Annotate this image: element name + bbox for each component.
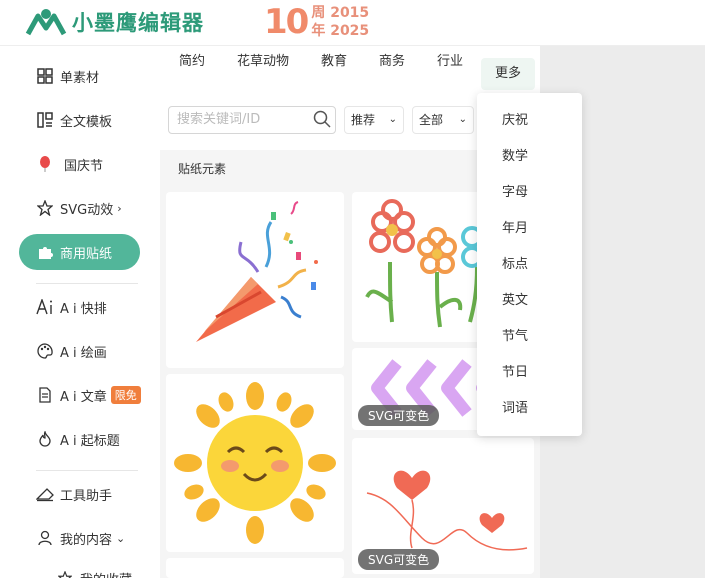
sidebar-item-ai-title[interactable]: A i 起标题 (36, 421, 120, 457)
menu-item-math[interactable]: 数学 (502, 147, 528, 167)
logo-icon (25, 9, 67, 36)
template-icon (36, 111, 54, 129)
sidebar-item-label: 工具助手 (60, 488, 113, 504)
sidebar-item-single-material[interactable]: 单素材 (36, 58, 99, 94)
scope-select[interactable]: 全部 ⌄ (412, 106, 474, 134)
sidebar-item-svg-effects[interactable]: SVG动效 › (36, 190, 122, 226)
ruler-icon (36, 485, 54, 503)
sidebar-item-my-favorites[interactable]: 我的收藏 (56, 560, 132, 578)
chevron-down-icon: ⌄ (388, 114, 397, 125)
svg-recolorable-tag: SVG可变色 (358, 405, 440, 426)
sidebar-item-label: A i 绘画 (60, 345, 107, 361)
sidebar-item-commercial-stickers[interactable]: 商用贴纸 (19, 234, 140, 270)
logo[interactable]: 小墨鹰编辑器 (24, 6, 204, 38)
balloon-icon (36, 155, 54, 173)
sidebar-item-label: SVG动效 (60, 202, 114, 218)
sidebar-item-label: A i 文章 (60, 389, 107, 405)
menu-item-letters[interactable]: 字母 (502, 183, 528, 203)
sidebar-item-label: 单素材 (60, 70, 100, 86)
sticker-card-hearts[interactable]: SVG可变色 (352, 438, 534, 574)
flame-icon (36, 430, 54, 448)
sidebar-item-ai-layout[interactable]: A i 快排 (36, 289, 107, 325)
sidebar-item-label: 我的内容 (60, 532, 113, 548)
sticker-card-partial[interactable] (166, 558, 344, 578)
scope-select-value: 全部 (419, 113, 444, 127)
search-icon[interactable] (313, 110, 331, 128)
sidebar-item-templates[interactable]: 全文模板 (36, 102, 112, 138)
chevron-right-icon: › (117, 201, 122, 215)
sort-select[interactable]: 推荐 ⌄ (344, 106, 404, 134)
top-header: 小墨鹰编辑器 10 周 2015 年 2025 (0, 0, 705, 46)
sidebar-item-ai-painting[interactable]: A i 绘画 (36, 333, 107, 369)
sidebar-item-tools[interactable]: 工具助手 (36, 476, 112, 512)
chevron-down-icon: ⌄ (116, 531, 126, 545)
sidebar-divider (36, 470, 138, 471)
chevron-down-icon: ⌄ (458, 114, 467, 125)
sidebar: 单素材 全文模板 国庆节 SVG动效 › 商用贴纸 A i 快排 A i 绘画 … (0, 46, 160, 578)
user-icon (36, 529, 54, 547)
tab-flowers-animals[interactable]: 花草动物 (230, 46, 296, 78)
ai-icon (36, 298, 54, 316)
sticker-card-party-popper[interactable] (166, 192, 344, 368)
doc-icon (36, 386, 54, 404)
tab-education[interactable]: 教育 (312, 46, 356, 78)
sidebar-item-label: A i 快排 (60, 301, 107, 317)
menu-item-english[interactable]: 英文 (502, 291, 528, 311)
sidebar-item-label: 国庆节 (64, 158, 104, 174)
tab-simple[interactable]: 简约 (170, 46, 214, 78)
palette-icon (36, 342, 54, 360)
sidebar-item-label: 商用贴纸 (60, 246, 113, 262)
tab-more[interactable]: 更多 (481, 58, 535, 90)
sidebar-item-label: A i 起标题 (60, 433, 120, 449)
tab-business[interactable]: 商务 (370, 46, 414, 78)
sidebar-item-ai-article[interactable]: A i 文章 限免 (36, 377, 141, 413)
menu-item-words[interactable]: 词语 (502, 399, 528, 419)
free-badge: 限免 (110, 386, 141, 404)
menu-item-punctuation[interactable]: 标点 (502, 255, 528, 275)
more-categories-menu: 庆祝 数学 字母 年月 标点 英文 节气 节日 词语 (477, 93, 582, 436)
sticker-card-sun[interactable] (166, 374, 344, 552)
svg-recolorable-tag: SVG可变色 (358, 549, 440, 570)
sidebar-item-my-content[interactable]: 我的内容 ⌄ (36, 520, 125, 556)
sidebar-item-label: 全文模板 (60, 114, 113, 130)
anniversary-line-2: 年 2025 (311, 23, 370, 39)
sidebar-item-national-day[interactable]: 国庆节 (36, 146, 103, 182)
puzzle-icon (36, 243, 54, 261)
search-input[interactable]: 搜索关键词/ID (168, 106, 336, 134)
star-icon (36, 199, 54, 217)
grid-icon (36, 67, 54, 85)
tab-industry[interactable]: 行业 (428, 46, 472, 78)
sidebar-item-label: 我的收藏 (80, 569, 132, 578)
menu-item-celebration[interactable]: 庆祝 (502, 111, 528, 131)
anniversary-line-1: 周 2015 (311, 5, 370, 21)
sort-select-value: 推荐 (351, 113, 376, 127)
logo-text: 小墨鹰编辑器 (72, 11, 204, 35)
menu-item-solar-terms[interactable]: 节气 (502, 327, 528, 347)
sun-image (174, 382, 336, 544)
star-icon (56, 569, 74, 578)
section-label: 贴纸元素 (178, 162, 227, 176)
sidebar-divider (36, 283, 138, 284)
party-popper-image (196, 201, 318, 342)
menu-item-holidays[interactable]: 节日 (502, 363, 528, 383)
menu-item-year-month[interactable]: 年月 (502, 219, 528, 239)
anniversary-number: 10 (264, 2, 309, 42)
anniversary-banner: 10 周 2015 年 2025 (264, 2, 369, 42)
